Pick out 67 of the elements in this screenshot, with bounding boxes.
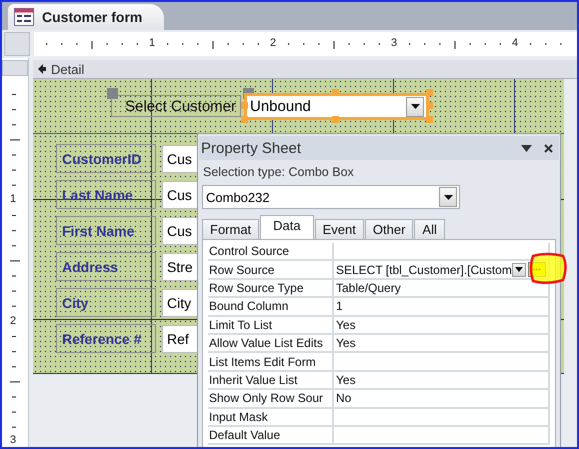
text-box[interactable]: City [162,289,197,317]
property-name: Default Value [208,426,334,446]
field-label[interactable]: Last Name [56,180,156,209]
property-value[interactable]: SELECT [tbl_Customer].[Custom [336,262,512,277]
property-value[interactable]: Yes [336,336,548,350]
ruler-number: 4 [512,37,518,49]
caret-icon [514,267,523,272]
text-box[interactable]: Cus [162,181,197,209]
text-box[interactable]: Cus [162,145,197,173]
text-box[interactable]: Ref [162,325,197,353]
field-label[interactable]: Reference # [56,324,156,353]
ruler-number: 1 [149,37,156,49]
empty-value-field[interactable] [334,353,550,372]
field-label[interactable]: City [56,288,156,317]
resize-handle[interactable] [332,89,339,96]
move-handle[interactable] [107,88,118,99]
tab[interactable]: Data [260,215,314,239]
property-value[interactable]: Yes [336,318,548,332]
menu-caret-icon[interactable] [521,144,532,152]
form-icon [14,8,34,26]
ruler-number: 2 [10,315,16,327]
property-name: Row Source Type [208,280,334,298]
property-value[interactable]: Table/Query [336,280,548,295]
property-value[interactable]: 1 [336,299,548,314]
text-box[interactable]: Cus [162,217,197,245]
caret-icon [410,104,420,109]
dropdown-button[interactable] [512,262,526,277]
field-label[interactable]: CustomerID [56,144,156,173]
property-name: Allow Value List Edits [208,334,334,354]
ruler-number: 2 [270,37,276,49]
property-name: Control Source [208,243,334,262]
document-tab[interactable]: Customer form [8,4,164,30]
panel-title: Property Sheet [201,140,302,156]
property-name: Limit To List [208,316,334,335]
field-label[interactable]: Address [56,252,156,281]
property-name: List Items Edit Form [208,353,334,372]
property-name: Row Source [208,261,334,280]
property-name: Input Mask [208,408,334,427]
property-name: Inherit Value List [208,372,334,390]
section-header[interactable]: Detail [33,60,577,79]
tab[interactable]: All [414,219,445,239]
section-title: Detail [51,62,84,76]
property-name: Bound Column [208,298,334,317]
close-icon[interactable] [544,144,553,152]
dropdown-button[interactable] [406,96,424,116]
combo-box[interactable]: Unbound [244,93,429,120]
tab[interactable]: Other [364,219,414,239]
highlight-annotation [527,252,569,286]
resize-handle[interactable] [332,116,339,123]
text-box[interactable]: Stre [162,253,197,281]
ruler-number: 1 [10,193,16,205]
empty-value-field[interactable] [334,408,550,427]
tab[interactable]: Format [202,219,260,239]
tab[interactable]: Event [314,219,364,239]
property-value[interactable]: No [336,391,548,406]
dropdown-button[interactable] [439,187,457,207]
form-selector[interactable] [4,32,30,56]
section-selector[interactable] [2,60,28,76]
selection-type: Selection type: Combo Box [202,164,355,181]
property-name: Show Only Row Sour [208,390,334,409]
property-value[interactable]: Yes [336,372,548,387]
collapse-icon [37,64,47,74]
ruler-number: 3 [391,37,398,49]
object-dropdown[interactable]: Combo232 [202,185,460,209]
field-label[interactable]: First Name [56,216,156,245]
empty-value-field[interactable] [334,426,550,446]
ruler-number: 3 [10,434,16,446]
